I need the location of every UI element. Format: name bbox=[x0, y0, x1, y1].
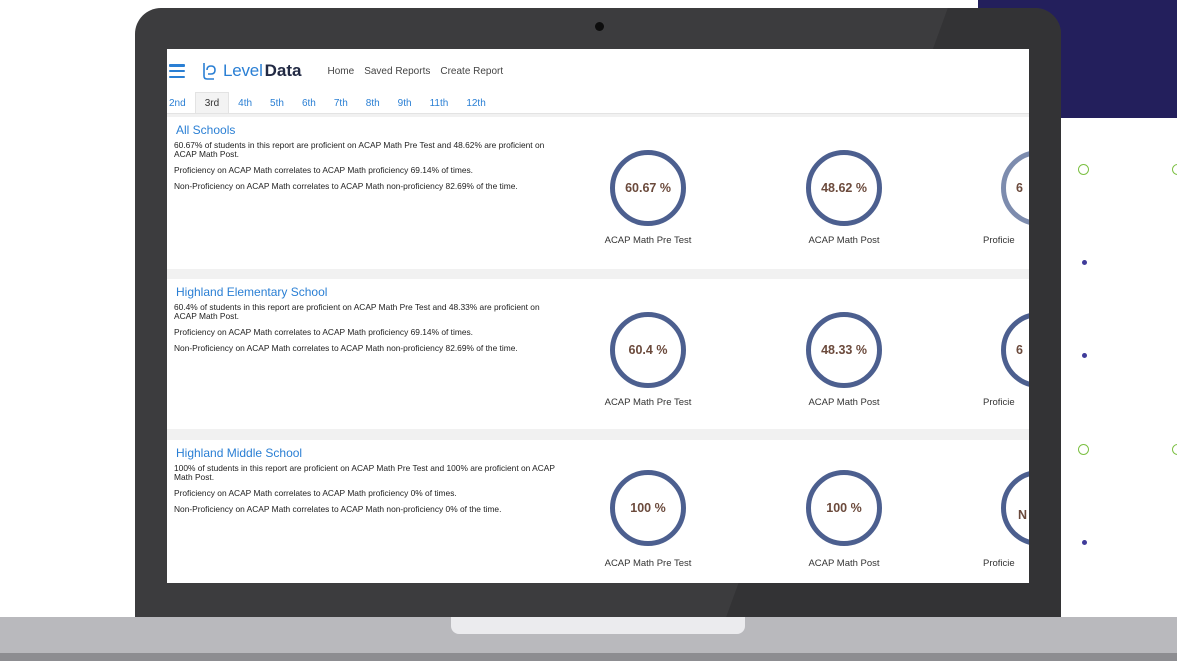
gauge-value: 100 % bbox=[630, 501, 666, 515]
school-title[interactable]: All Schools bbox=[176, 123, 235, 137]
gauge-label: ACAP Math Pre Test bbox=[604, 558, 692, 569]
gauge-label: ACAP Math Post bbox=[808, 558, 880, 569]
school-title[interactable]: Highland Middle School bbox=[176, 446, 302, 460]
proficiency-text: Proficiency on ACAP Math correlates to A… bbox=[174, 488, 457, 498]
nav-home-link[interactable]: Home bbox=[328, 66, 355, 77]
school-card: All Schools 60.67% of students in this r… bbox=[167, 117, 1029, 269]
app-screen: Level Data Home Saved Reports Create Rep… bbox=[167, 49, 1029, 583]
school-title[interactable]: Highland Elementary School bbox=[176, 285, 327, 299]
decorative-dot bbox=[1082, 260, 1087, 265]
marketing-stage: Level Data Home Saved Reports Create Rep… bbox=[0, 0, 1177, 661]
logo-text-bold: Data bbox=[264, 61, 302, 80]
school-summary: 100% of students in this report are prof… bbox=[174, 464, 559, 521]
gauge-label: ACAP Math Post bbox=[808, 397, 880, 408]
tab-8th[interactable]: 8th bbox=[357, 98, 389, 113]
tab-2nd[interactable]: 2nd bbox=[167, 98, 195, 113]
gauge-label: Proficie bbox=[983, 558, 1015, 569]
decorative-ring bbox=[1078, 164, 1089, 175]
gauge-label: ACAP Math Pre Test bbox=[604, 397, 692, 408]
gauge-label: ACAP Math Pre Test bbox=[604, 235, 692, 246]
gauge-value: 48.62 % bbox=[821, 181, 867, 195]
gauge-value: 6 bbox=[1016, 181, 1023, 195]
app-header: Level Data Home Saved Reports Create Rep… bbox=[167, 49, 1029, 93]
non-proficiency-text: Non-Proficiency on ACAP Math correlates … bbox=[174, 181, 518, 191]
tab-5th[interactable]: 5th bbox=[261, 98, 293, 113]
gauge-value: 6 bbox=[1016, 343, 1023, 357]
tab-9th[interactable]: 9th bbox=[389, 98, 421, 113]
logo-text-light: Level bbox=[223, 61, 263, 80]
proficiency-text: Proficiency on ACAP Math correlates to A… bbox=[174, 165, 474, 175]
decorative-ring bbox=[1172, 164, 1177, 175]
decorative-dot bbox=[1082, 353, 1087, 358]
gauge-label: ACAP Math Post bbox=[808, 235, 880, 246]
non-proficiency-text: Non-Proficiency on ACAP Math correlates … bbox=[174, 343, 518, 353]
nav-saved-reports-link[interactable]: Saved Reports bbox=[364, 66, 430, 77]
tab-3rd[interactable]: 3rd bbox=[194, 92, 230, 113]
tab-4th[interactable]: 4th bbox=[229, 98, 261, 113]
non-proficiency-text: Non-Proficiency on ACAP Math correlates … bbox=[174, 504, 502, 514]
leveldata-logo[interactable]: Level Data bbox=[199, 61, 302, 81]
gauge-value: 60.4 % bbox=[628, 343, 668, 357]
decorative-ring bbox=[1078, 444, 1089, 455]
gauge-label: Proficie bbox=[983, 235, 1015, 246]
laptop-base-shadow bbox=[0, 653, 1177, 661]
top-nav: Home Saved Reports Create Report bbox=[328, 66, 514, 77]
school-summary: 60.67% of students in this report are pr… bbox=[174, 141, 559, 198]
summary-text: 60.67% of students in this report are pr… bbox=[174, 140, 545, 159]
gauge-value: 100 % bbox=[826, 501, 862, 515]
gauge-value: N bbox=[1017, 508, 1027, 522]
proficiency-text: Proficiency on ACAP Math correlates to A… bbox=[174, 327, 474, 337]
hamburger-menu-icon[interactable] bbox=[169, 64, 185, 78]
camera-icon bbox=[595, 22, 604, 31]
decorative-ring bbox=[1172, 444, 1177, 455]
school-summary: 60.4% of students in this report are pro… bbox=[174, 303, 559, 360]
gauge-value: 48.33 % bbox=[821, 343, 867, 357]
summary-text: 60.4% of students in this report are pro… bbox=[174, 302, 540, 321]
school-card: Highland Elementary School 60.4% of stud… bbox=[167, 279, 1029, 429]
gauge-label: Proficie bbox=[983, 397, 1015, 408]
gauge-value: 60.67 % bbox=[625, 181, 671, 195]
decorative-dot bbox=[1082, 540, 1087, 545]
tab-7th[interactable]: 7th bbox=[325, 98, 357, 113]
summary-text: 100% of students in this report are prof… bbox=[174, 463, 555, 482]
tab-12th[interactable]: 12th bbox=[457, 98, 494, 113]
laptop-base-notch bbox=[451, 617, 745, 634]
grade-tabs: 2nd 3rd 4th 5th 6th 7th 8th 9th 11th 12t… bbox=[167, 92, 1029, 114]
leveldata-logo-icon bbox=[203, 63, 216, 80]
nav-create-report-link[interactable]: Create Report bbox=[440, 66, 503, 77]
school-card: Highland Middle School 100% of students … bbox=[167, 440, 1029, 583]
tab-6th[interactable]: 6th bbox=[293, 98, 325, 113]
tab-11th[interactable]: 11th bbox=[421, 98, 458, 113]
